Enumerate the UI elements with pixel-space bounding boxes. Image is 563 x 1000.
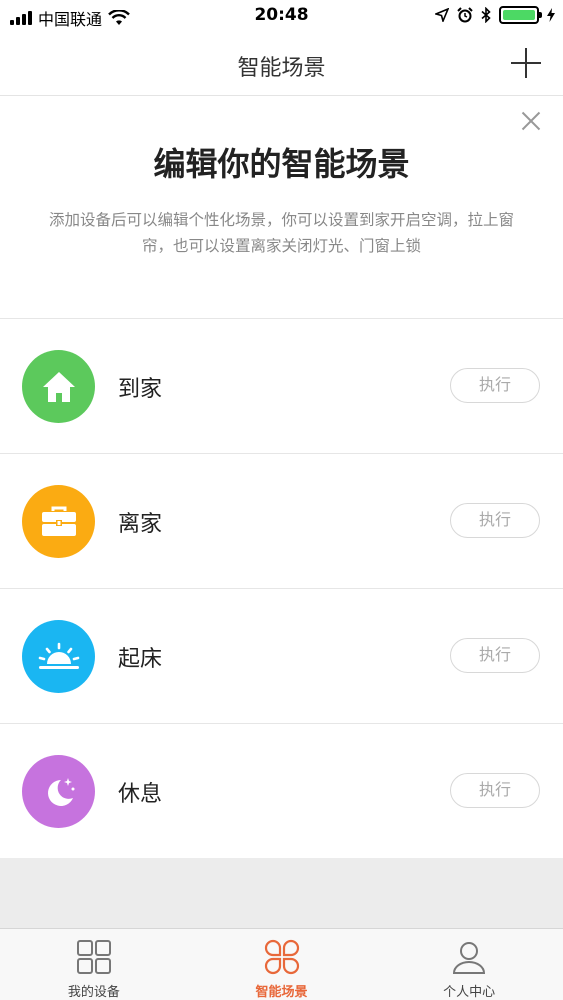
battery-icon bbox=[499, 6, 542, 24]
intro-description: 添加设备后可以编辑个性化场景，你可以设置到家开启空调，拉上窗帘，也可以设置离家关… bbox=[48, 211, 514, 255]
close-icon[interactable] bbox=[519, 109, 543, 133]
scene-row-wake[interactable]: 起床 执行 bbox=[0, 589, 563, 724]
plus-icon[interactable] bbox=[511, 48, 541, 78]
page-title: 智能场景 bbox=[237, 56, 326, 81]
status-bar: 中国联通 20:48 bbox=[0, 0, 563, 34]
scene-name: 起床 bbox=[118, 647, 163, 672]
moon-icon bbox=[22, 755, 95, 828]
scene-name: 离家 bbox=[118, 512, 163, 537]
tab-bar: 我的设备 智能场景 个人中心 bbox=[0, 928, 563, 1000]
execute-button[interactable]: 执行 bbox=[450, 638, 540, 673]
execute-button[interactable]: 执行 bbox=[450, 503, 540, 538]
home-icon bbox=[22, 350, 95, 423]
status-right bbox=[435, 6, 555, 24]
user-icon bbox=[453, 942, 486, 974]
tab-smart-scenes[interactable]: 智能场景 bbox=[188, 929, 376, 1000]
intro-card: 编辑你的智能场景 添加设备后可以编辑个性化场景，你可以设置到家开启空调，拉上窗帘… bbox=[0, 97, 563, 319]
intro-title: 编辑你的智能场景 bbox=[153, 145, 410, 183]
briefcase-icon bbox=[22, 485, 95, 558]
charging-icon bbox=[547, 8, 555, 22]
scene-row-home[interactable]: 到家 执行 bbox=[0, 319, 563, 454]
execute-button[interactable]: 执行 bbox=[450, 773, 540, 808]
scene-list: 到家 执行 离家 执行 起床 执行 休息 执行 bbox=[0, 319, 563, 859]
tab-profile[interactable]: 个人中心 bbox=[375, 929, 563, 1000]
nav-bar: 智能场景 bbox=[0, 34, 563, 96]
alarm-icon bbox=[457, 7, 473, 23]
grid-icon bbox=[76, 940, 111, 974]
tab-label: 智能场景 bbox=[255, 985, 308, 1000]
tab-label: 我的设备 bbox=[67, 985, 120, 1000]
execute-button[interactable]: 执行 bbox=[450, 368, 540, 403]
scene-name: 休息 bbox=[118, 782, 163, 807]
bluetooth-icon bbox=[481, 7, 491, 23]
scene-row-away[interactable]: 离家 执行 bbox=[0, 454, 563, 589]
clover-icon bbox=[264, 939, 299, 975]
tab-my-devices[interactable]: 我的设备 bbox=[0, 929, 188, 1000]
location-icon bbox=[435, 8, 449, 22]
scene-name: 到家 bbox=[118, 377, 163, 402]
sunrise-icon bbox=[22, 620, 95, 693]
scene-row-rest[interactable]: 休息 执行 bbox=[0, 724, 563, 859]
empty-area bbox=[0, 858, 563, 928]
tab-label: 个人中心 bbox=[443, 985, 496, 1000]
